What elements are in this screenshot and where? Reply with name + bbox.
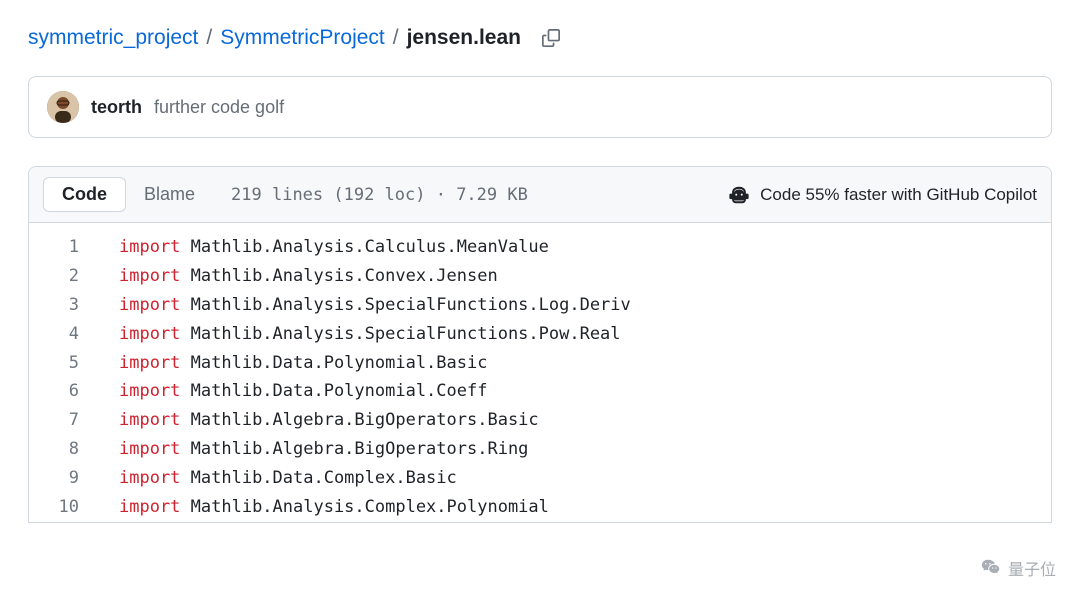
commit-message-link[interactable]: further code golf xyxy=(154,97,284,118)
code-line: 7import Mathlib.Algebra.BigOperators.Bas… xyxy=(29,406,1051,435)
line-number[interactable]: 2 xyxy=(29,262,119,291)
code-text: import Mathlib.Algebra.BigOperators.Basi… xyxy=(119,406,539,435)
code-text: import Mathlib.Analysis.SpecialFunctions… xyxy=(119,320,621,349)
code-line: 10import Mathlib.Analysis.Complex.Polyno… xyxy=(29,493,1051,522)
copilot-text: Code 55% faster with GitHub Copilot xyxy=(760,185,1037,205)
blame-tab[interactable]: Blame xyxy=(126,178,213,211)
code-line: 4import Mathlib.Analysis.SpecialFunction… xyxy=(29,320,1051,349)
line-number[interactable]: 3 xyxy=(29,291,119,320)
line-number[interactable]: 7 xyxy=(29,406,119,435)
file-toolbar: Code Blame 219 lines (192 loc) · 7.29 KB… xyxy=(29,167,1051,223)
code-tab[interactable]: Code xyxy=(43,177,126,212)
copy-path-button[interactable] xyxy=(537,24,565,52)
line-number[interactable]: 9 xyxy=(29,464,119,493)
line-number[interactable]: 1 xyxy=(29,233,119,262)
watermark: 量子位 xyxy=(980,556,1056,580)
line-number[interactable]: 6 xyxy=(29,377,119,406)
line-number[interactable]: 4 xyxy=(29,320,119,349)
copilot-promo[interactable]: Code 55% faster with GitHub Copilot xyxy=(728,184,1037,206)
code-text: import Mathlib.Analysis.Calculus.MeanVal… xyxy=(119,233,549,262)
breadcrumb-repo-link[interactable]: symmetric_project xyxy=(28,26,198,50)
view-toggle: Code Blame xyxy=(43,177,213,212)
code-text: import Mathlib.Analysis.Convex.Jensen xyxy=(119,262,498,291)
code-text: import Mathlib.Algebra.BigOperators.Ring xyxy=(119,435,528,464)
file-view: Code Blame 219 lines (192 loc) · 7.29 KB… xyxy=(28,166,1052,523)
code-text: import Mathlib.Data.Polynomial.Coeff xyxy=(119,377,487,406)
code-text: import Mathlib.Data.Complex.Basic xyxy=(119,464,457,493)
breadcrumb-folder-link[interactable]: SymmetricProject xyxy=(220,26,385,50)
code-line: 6import Mathlib.Data.Polynomial.Coeff xyxy=(29,377,1051,406)
copy-icon xyxy=(542,29,560,47)
line-number[interactable]: 10 xyxy=(29,493,119,522)
breadcrumb-separator: / xyxy=(393,26,399,50)
wechat-icon xyxy=(980,557,1002,579)
avatar-icon xyxy=(47,91,79,123)
watermark-text: 量子位 xyxy=(1008,556,1056,580)
code-line: 9import Mathlib.Data.Complex.Basic xyxy=(29,464,1051,493)
line-number[interactable]: 8 xyxy=(29,435,119,464)
latest-commit-bar: teorth further code golf xyxy=(28,76,1052,138)
code-text: import Mathlib.Analysis.Complex.Polynomi… xyxy=(119,493,549,522)
line-number[interactable]: 5 xyxy=(29,349,119,378)
code-listing: 1import Mathlib.Analysis.Calculus.MeanVa… xyxy=(29,223,1051,522)
commit-author-link[interactable]: teorth xyxy=(91,97,142,118)
code-line: 3import Mathlib.Analysis.SpecialFunction… xyxy=(29,291,1051,320)
copilot-icon xyxy=(728,184,750,206)
breadcrumb: symmetric_project / SymmetricProject / j… xyxy=(28,24,1052,52)
code-line: 1import Mathlib.Analysis.Calculus.MeanVa… xyxy=(29,233,1051,262)
code-line: 2import Mathlib.Analysis.Convex.Jensen xyxy=(29,262,1051,291)
code-text: import Mathlib.Data.Polynomial.Basic xyxy=(119,349,487,378)
code-line: 8import Mathlib.Algebra.BigOperators.Rin… xyxy=(29,435,1051,464)
file-stats: 219 lines (192 loc) · 7.29 KB xyxy=(231,185,528,205)
code-line: 5import Mathlib.Data.Polynomial.Basic xyxy=(29,349,1051,378)
breadcrumb-file: jensen.lean xyxy=(407,26,521,50)
avatar[interactable] xyxy=(47,91,79,123)
code-text: import Mathlib.Analysis.SpecialFunctions… xyxy=(119,291,631,320)
breadcrumb-separator: / xyxy=(206,26,212,50)
